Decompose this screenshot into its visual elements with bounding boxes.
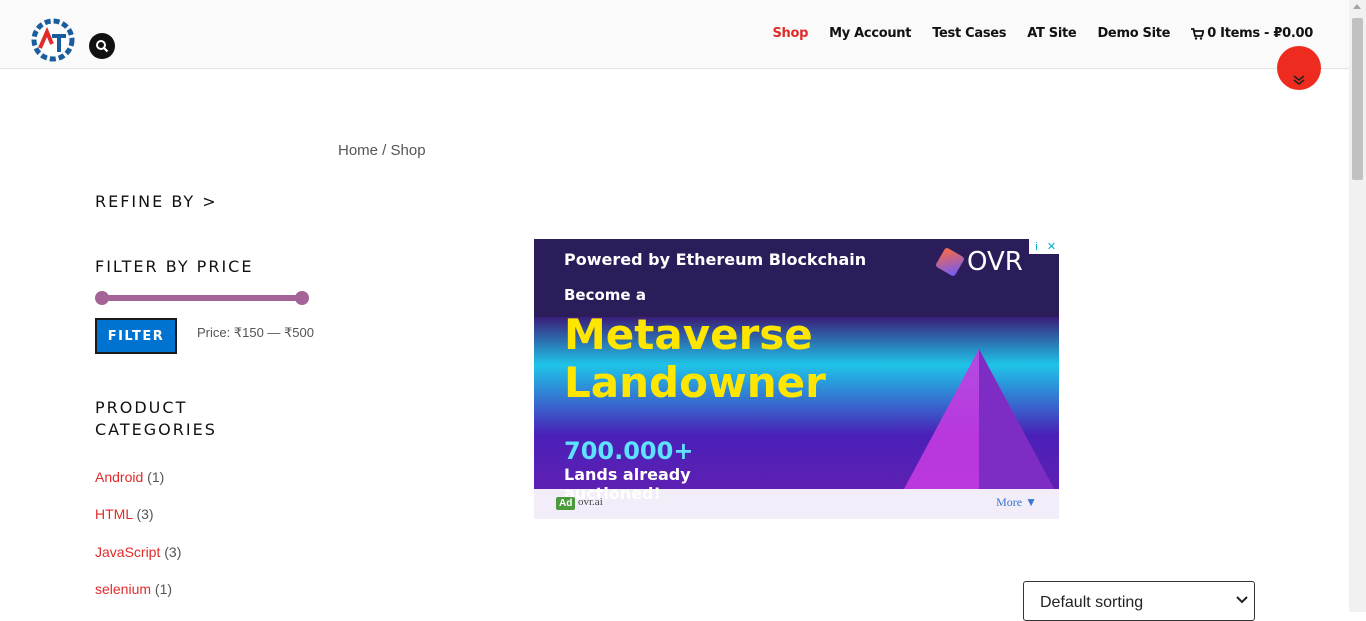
site-header: Shop My Account Test Cases AT Site Demo … <box>0 0 1349 69</box>
site-logo[interactable] <box>28 14 80 66</box>
ad-subtext-line1: Lands already <box>564 465 691 484</box>
sorting-selected-value: Default sorting <box>1040 594 1144 611</box>
ad-headline-line1: Metaverse <box>564 310 813 359</box>
price-range-label: Price: ₹150 — ₹500 <box>197 325 314 340</box>
ad-more-link[interactable]: More ▼ <box>996 495 1037 510</box>
advertisement-banner[interactable]: Powered by Ethereum Blockchain OVR i ✕ B… <box>534 239 1059 519</box>
ad-brand-logo: OVR <box>934 246 1023 278</box>
nav-at-site[interactable]: AT Site <box>1027 26 1077 41</box>
categories-heading-line1: PRODUCT <box>95 398 188 417</box>
price-range-slider[interactable] <box>95 291 309 305</box>
ad-badge: Ad <box>556 497 576 510</box>
search-icon <box>96 40 109 53</box>
cart-label: 0 Items - ₽0.00 <box>1207 26 1313 41</box>
category-link-javascript[interactable]: JavaScript <box>95 544 160 560</box>
nav-shop[interactable]: Shop <box>772 26 808 41</box>
nav-test-cases[interactable]: Test Cases <box>932 26 1006 41</box>
product-categories-heading: PRODUCT CATEGORIES <box>95 397 217 441</box>
nav-my-account[interactable]: My Account <box>829 26 911 41</box>
price-max-handle[interactable] <box>295 291 309 305</box>
filter-button[interactable]: FILTER <box>95 318 177 354</box>
ad-tagline: Powered by Ethereum Blockchain <box>564 250 867 269</box>
scrollbar-thumb[interactable] <box>1352 18 1363 180</box>
price-min-handle[interactable] <box>95 291 109 305</box>
category-link-android[interactable]: Android <box>95 469 143 485</box>
ad-close-icon[interactable]: ✕ <box>1044 239 1059 254</box>
breadcrumb: Home / Shop <box>338 142 426 159</box>
ad-headline-line2: Landowner <box>564 358 826 407</box>
breadcrumb-current: Shop <box>390 142 426 159</box>
ad-choices[interactable]: i ✕ <box>1029 239 1059 254</box>
nav-demo-site[interactable]: Demo Site <box>1097 26 1170 41</box>
category-count: (1) <box>154 581 173 597</box>
ad-footer[interactable]: Ad ovr.ai More ▼ <box>534 489 1059 519</box>
ad-lead-text: Become a <box>564 286 646 304</box>
refine-by-heading: REFINE BY > <box>95 192 218 211</box>
scroll-up-arrow-icon[interactable] <box>1353 4 1361 9</box>
ad-domain[interactable]: ovr.ai <box>578 496 603 508</box>
ad-headline: Metaverse Landowner <box>564 311 944 407</box>
header-toggle-button[interactable] <box>1277 46 1321 90</box>
category-count: (3) <box>136 506 154 522</box>
breadcrumb-separator: / <box>378 142 391 159</box>
ad-brand-gem-icon <box>934 246 966 278</box>
ad-brand-name: OVR <box>967 247 1023 277</box>
ad-info-icon[interactable]: i <box>1029 239 1044 254</box>
chevron-down-icon <box>1236 596 1248 604</box>
category-count: (3) <box>164 544 182 560</box>
category-item: selenium (1) <box>95 581 172 597</box>
category-link-html[interactable]: HTML <box>95 506 133 522</box>
ad-number: 700.000+ <box>564 437 694 465</box>
ad-pyramid-shade <box>979 349 1054 489</box>
category-item: JavaScript (3) <box>95 544 181 560</box>
sorting-select[interactable]: Default sorting <box>1023 581 1255 621</box>
filter-by-price-heading: FILTER BY PRICE <box>95 257 254 276</box>
nav-cart[interactable]: 0 Items - ₽0.00 <box>1191 26 1313 41</box>
category-item: Android (1) <box>95 469 164 485</box>
page-scrollbar[interactable] <box>1349 0 1366 612</box>
double-chevron-down-icon <box>1293 75 1305 85</box>
categories-heading-line2: CATEGORIES <box>95 420 217 439</box>
category-item: HTML (3) <box>95 506 154 522</box>
cart-icon <box>1191 27 1205 40</box>
breadcrumb-home[interactable]: Home <box>338 142 378 159</box>
search-button[interactable] <box>89 33 115 59</box>
category-count: (1) <box>147 469 165 485</box>
category-link-selenium[interactable]: selenium <box>95 581 151 597</box>
main-nav: Shop My Account Test Cases AT Site Demo … <box>772 26 1313 41</box>
